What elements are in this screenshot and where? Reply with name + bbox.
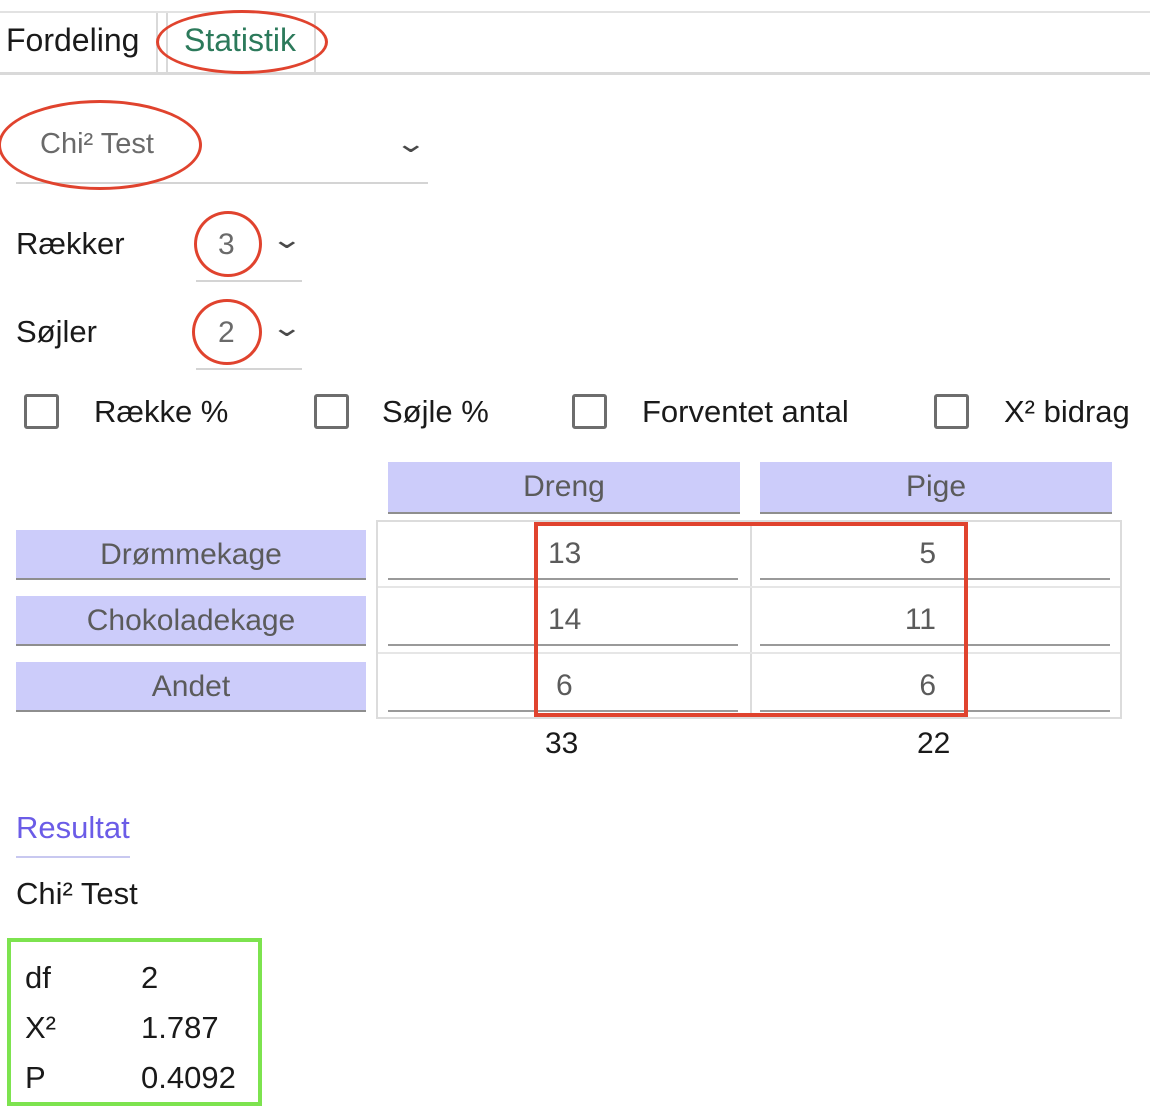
- chevron-down-icon: ⌄: [270, 224, 304, 254]
- chevron-down-icon: ⌄: [394, 128, 428, 158]
- grid-divider: [378, 586, 1120, 588]
- columns-label: Søjler: [16, 314, 97, 349]
- stat-value: 2: [141, 960, 159, 995]
- result-test-name: Chi² Test: [16, 876, 138, 911]
- table-cell-r1-dreng[interactable]: 13: [388, 530, 738, 580]
- option-expected-count[interactable]: Forventet antal: [572, 392, 872, 436]
- test-type-select[interactable]: Chi² Test ⌄: [16, 106, 428, 184]
- table-cell-r3-pige[interactable]: 6: [760, 662, 1110, 712]
- columns-value: 2: [218, 316, 235, 349]
- grid-divider: [378, 652, 1120, 654]
- table-cell-r3-dreng[interactable]: 6: [388, 662, 738, 712]
- row-header-chokoladekage[interactable]: Chokoladekage: [16, 596, 366, 646]
- expected-count-label: Forventet antal: [642, 394, 849, 429]
- highlight-box-result-stats: df 2 X² 1.787 P 0.4092: [7, 938, 262, 1106]
- column-header-dreng[interactable]: Dreng: [388, 462, 740, 514]
- grid-divider: [750, 522, 752, 717]
- tab-fordeling[interactable]: Fordeling: [0, 13, 158, 72]
- table-cell-r2-pige[interactable]: 11: [760, 596, 1110, 646]
- row-header-andet[interactable]: Andet: [16, 662, 366, 712]
- column-total-dreng: 33: [545, 727, 579, 760]
- rows-select[interactable]: 3 ⌄: [196, 212, 304, 282]
- result-heading: Resultat: [16, 810, 130, 858]
- table-cell-r1-pige[interactable]: 5: [760, 530, 1110, 580]
- tab-bar: Fordeling Statistik: [0, 13, 1150, 75]
- row-percent-checkbox[interactable]: [24, 394, 59, 429]
- rows-label: Rækker: [16, 226, 125, 261]
- option-row-percent[interactable]: Række %: [24, 392, 264, 436]
- option-chi-contribution[interactable]: X² bidrag: [934, 392, 1144, 436]
- row-header-drommekage[interactable]: Drømmekage: [16, 530, 366, 580]
- chi-contribution-label: X² bidrag: [1004, 394, 1130, 429]
- columns-select[interactable]: 2 ⌄: [196, 300, 304, 370]
- stat-key: df: [25, 960, 51, 995]
- column-percent-label: Søjle %: [382, 394, 489, 429]
- option-column-percent[interactable]: Søjle %: [314, 392, 514, 436]
- table-cell-r2-dreng[interactable]: 14: [388, 596, 738, 646]
- stat-key: X²: [25, 1010, 56, 1045]
- stat-value: 0.4092: [141, 1060, 236, 1095]
- tab-statistik[interactable]: Statistik: [166, 13, 316, 72]
- stat-value: 1.787: [141, 1010, 219, 1045]
- row-percent-label: Række %: [94, 394, 229, 429]
- top-border: [0, 0, 1150, 13]
- chevron-down-icon: ⌄: [270, 312, 304, 342]
- column-percent-checkbox[interactable]: [314, 394, 349, 429]
- column-header-pige[interactable]: Pige: [760, 462, 1112, 514]
- expected-count-checkbox[interactable]: [572, 394, 607, 429]
- chi-contribution-checkbox[interactable]: [934, 394, 969, 429]
- test-type-value: Chi² Test: [40, 128, 154, 160]
- column-total-pige: 22: [917, 727, 951, 760]
- rows-value: 3: [218, 228, 235, 261]
- stat-key: P: [25, 1060, 46, 1095]
